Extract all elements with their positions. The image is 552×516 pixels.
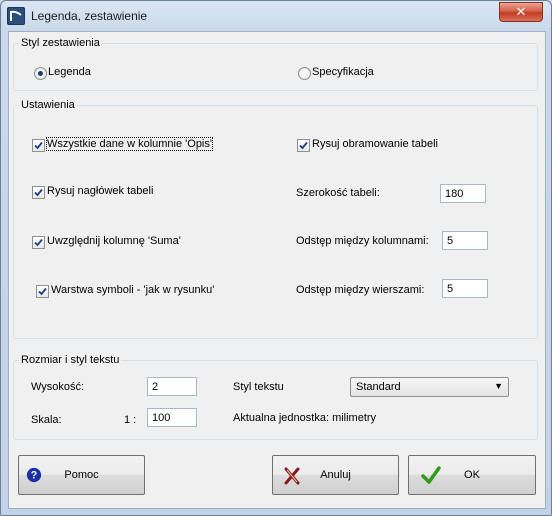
checkbox-uwzglednij-sume-label[interactable]: Uwzględnij kolumnę 'Suma'	[47, 235, 181, 247]
checkbox-rysuj-naglowek-label[interactable]: Rysuj nagłówek tabeli	[47, 185, 153, 197]
checkbox-rysuj-obramowanie[interactable]	[297, 139, 310, 152]
odstep-kolumny-label: Odstęp między kolumnami:	[296, 235, 429, 247]
radio-legenda[interactable]	[34, 67, 47, 80]
ustawienia-group: Ustawienia	[13, 99, 538, 339]
styl-tekstu-value: Standard	[356, 381, 401, 393]
ok-button[interactable]: OK	[408, 455, 536, 495]
checkmark-icon	[299, 141, 308, 150]
styl-tekstu-label: Styl tekstu	[233, 381, 284, 393]
jednostka-text: Aktualna jednostka: milimetry	[233, 412, 377, 424]
styl-zestawienia-group: Styl zestawienia	[13, 37, 538, 91]
skala-prefix: 1 :	[124, 414, 137, 426]
anuluj-label: Anuluj	[320, 469, 351, 481]
window-title: Legenda, zestawienie	[31, 9, 148, 23]
skala-input[interactable]: 100	[147, 408, 197, 427]
odstep-wiersze-input[interactable]: 5	[442, 279, 488, 298]
rozmiar-styl-group: Rozmiar i styl tekstu	[13, 354, 538, 440]
close-button[interactable]: ✕	[499, 2, 543, 22]
wysokosc-label: Wysokość:	[31, 381, 85, 393]
odstep-kolumny-input[interactable]: 5	[442, 231, 488, 250]
pomoc-label: Pomoc	[64, 469, 99, 481]
checkbox-wszystkie-dane[interactable]	[32, 139, 45, 152]
radio-legenda-label[interactable]: Legenda	[48, 66, 91, 78]
skala-label: Skala:	[31, 414, 62, 426]
odstep-wiersze-label: Odstęp między wierszami:	[296, 284, 425, 296]
szerokosc-tabeli-label: Szerokość tabeli:	[296, 187, 380, 199]
checkbox-uwzglednij-sume[interactable]	[32, 236, 45, 249]
anuluj-button[interactable]: Anuluj	[272, 455, 399, 495]
dialog-client-area: Styl zestawienia Legenda Specyfikacja Us…	[8, 31, 546, 509]
checkmark-icon	[38, 287, 47, 296]
checkmark-icon	[34, 141, 43, 150]
styl-zestawienia-legend: Styl zestawienia	[21, 37, 100, 49]
wysokosc-input[interactable]: 2	[147, 377, 197, 396]
szerokosc-tabeli-input[interactable]: 180	[440, 184, 486, 203]
rozmiar-styl-legend: Rozmiar i styl tekstu	[21, 354, 120, 366]
checkbox-rysuj-naglowek[interactable]	[32, 186, 45, 199]
checkbox-warstwa-symboli[interactable]	[36, 285, 49, 298]
app-icon	[7, 7, 25, 25]
checkbox-rysuj-obramowanie-label[interactable]: Rysuj obramowanie tabeli	[312, 138, 438, 150]
ustawienia-legend: Ustawienia	[21, 99, 75, 111]
radio-specyfikacja-label[interactable]: Specyfikacja	[312, 66, 374, 78]
dialog-window: Legenda, zestawienie ✕ Styl zestawienia …	[0, 0, 552, 516]
checkmark-icon	[34, 238, 43, 247]
checkbox-wszystkie-dane-label[interactable]: Wszystkie dane w kolumnie 'Opis'	[46, 137, 213, 151]
radio-specyfikacja[interactable]	[298, 67, 311, 80]
title-bar[interactable]: Legenda, zestawienie ✕	[1, 1, 551, 31]
checkbox-warstwa-symboli-label[interactable]: Warstwa symboli - 'jak w rysunku'	[51, 284, 214, 296]
ok-label: OK	[464, 469, 480, 481]
checkmark-icon	[34, 188, 43, 197]
pomoc-button[interactable]: ? Pomoc	[18, 455, 145, 495]
chevron-down-icon: ▼	[494, 381, 503, 391]
styl-tekstu-select[interactable]: Standard ▼	[350, 377, 509, 397]
